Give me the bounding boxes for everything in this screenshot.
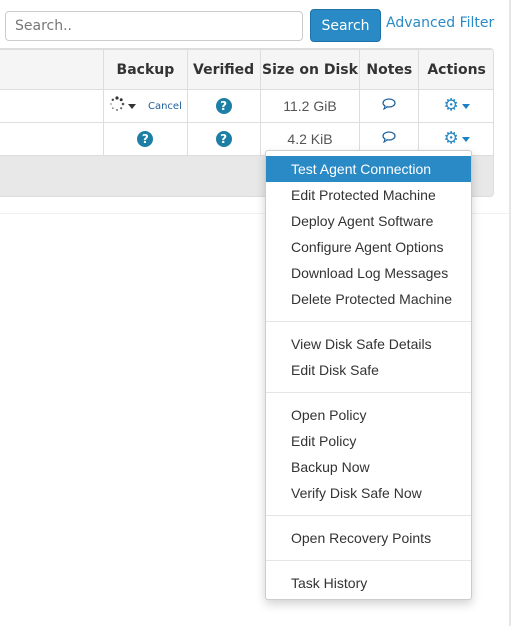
verified-cell: ? [186,122,261,156]
menu-item-backup-now[interactable]: Backup Now [266,454,471,480]
search-button[interactable]: Search [310,9,381,42]
menu-divider [266,392,471,393]
menu-item-edit-protected-machine[interactable]: Edit Protected Machine [266,182,471,208]
column-header-notes: Notes [359,49,420,90]
menu-item-test-agent-connection[interactable]: Test Agent Connection [266,156,471,182]
comment-icon[interactable] [382,131,396,147]
backup-cell: Cancel [103,89,188,123]
actions-cell: ⚙ [418,89,493,123]
question-circle-icon[interactable]: ? [215,131,232,147]
column-header-backup[interactable]: Backup [103,49,188,90]
column-header-actions: Actions [418,49,493,90]
name-cell [0,122,105,156]
backup-cell: ? [103,122,188,156]
menu-item-download-log-messages[interactable]: Download Log Messages [266,260,471,286]
actions-menu-button[interactable]: ⚙ [443,128,470,149]
column-header-verified[interactable]: Verified [186,49,261,90]
menu-item-verify-disk-safe-now[interactable]: Verify Disk Safe Now [266,480,471,506]
verified-cell: ? [186,89,261,123]
backup-dropdown-caret-icon[interactable] [127,103,136,109]
actions-dropdown-menu: Test Agent Connection Edit Protected Mac… [265,150,472,600]
cancel-backup-link[interactable]: Cancel [148,101,182,112]
comment-icon[interactable] [382,98,396,114]
gear-icon: ⚙ [443,128,459,149]
chevron-down-icon [461,136,470,142]
menu-item-view-disk-safe-details[interactable]: View Disk Safe Details [266,331,471,357]
advanced-filter-link[interactable]: Advanced Filter [386,15,494,31]
search-input[interactable] [5,11,303,41]
menu-item-edit-policy[interactable]: Edit Policy [266,428,471,454]
menu-item-task-history[interactable]: Task History [266,570,471,596]
gear-icon: ⚙ [443,95,459,116]
table-header-row: Backup Verified Size on Disk Notes Actio… [0,49,493,90]
menu-item-delete-protected-machine[interactable]: Delete Protected Machine [266,286,471,312]
menu-item-open-policy[interactable]: Open Policy [266,402,471,428]
menu-item-deploy-agent-software[interactable]: Deploy Agent Software [266,208,471,234]
size-on-disk-cell: 11.2 GiB [259,89,361,123]
protected-machines-table: Backup Verified Size on Disk Notes Actio… [0,49,493,156]
chevron-down-icon [461,103,470,109]
menu-divider [266,515,471,516]
menu-item-open-recovery-points[interactable]: Open Recovery Points [266,525,471,551]
menu-item-edit-disk-safe[interactable]: Edit Disk Safe [266,357,471,383]
column-header-size-on-disk[interactable]: Size on Disk [259,49,361,90]
actions-menu-button[interactable]: ⚙ [443,95,470,116]
menu-divider [266,321,471,322]
menu-item-configure-agent-options[interactable]: Configure Agent Options [266,234,471,260]
question-circle-icon[interactable]: ? [215,98,232,114]
table-row: Cancel ? 11.2 GiB ⚙ [0,89,493,123]
name-cell [0,89,105,123]
notes-cell [359,89,420,123]
menu-divider [266,560,471,561]
spinner-icon [109,96,125,116]
question-circle-icon[interactable]: ? [137,131,154,147]
column-header-name[interactable] [0,49,105,90]
